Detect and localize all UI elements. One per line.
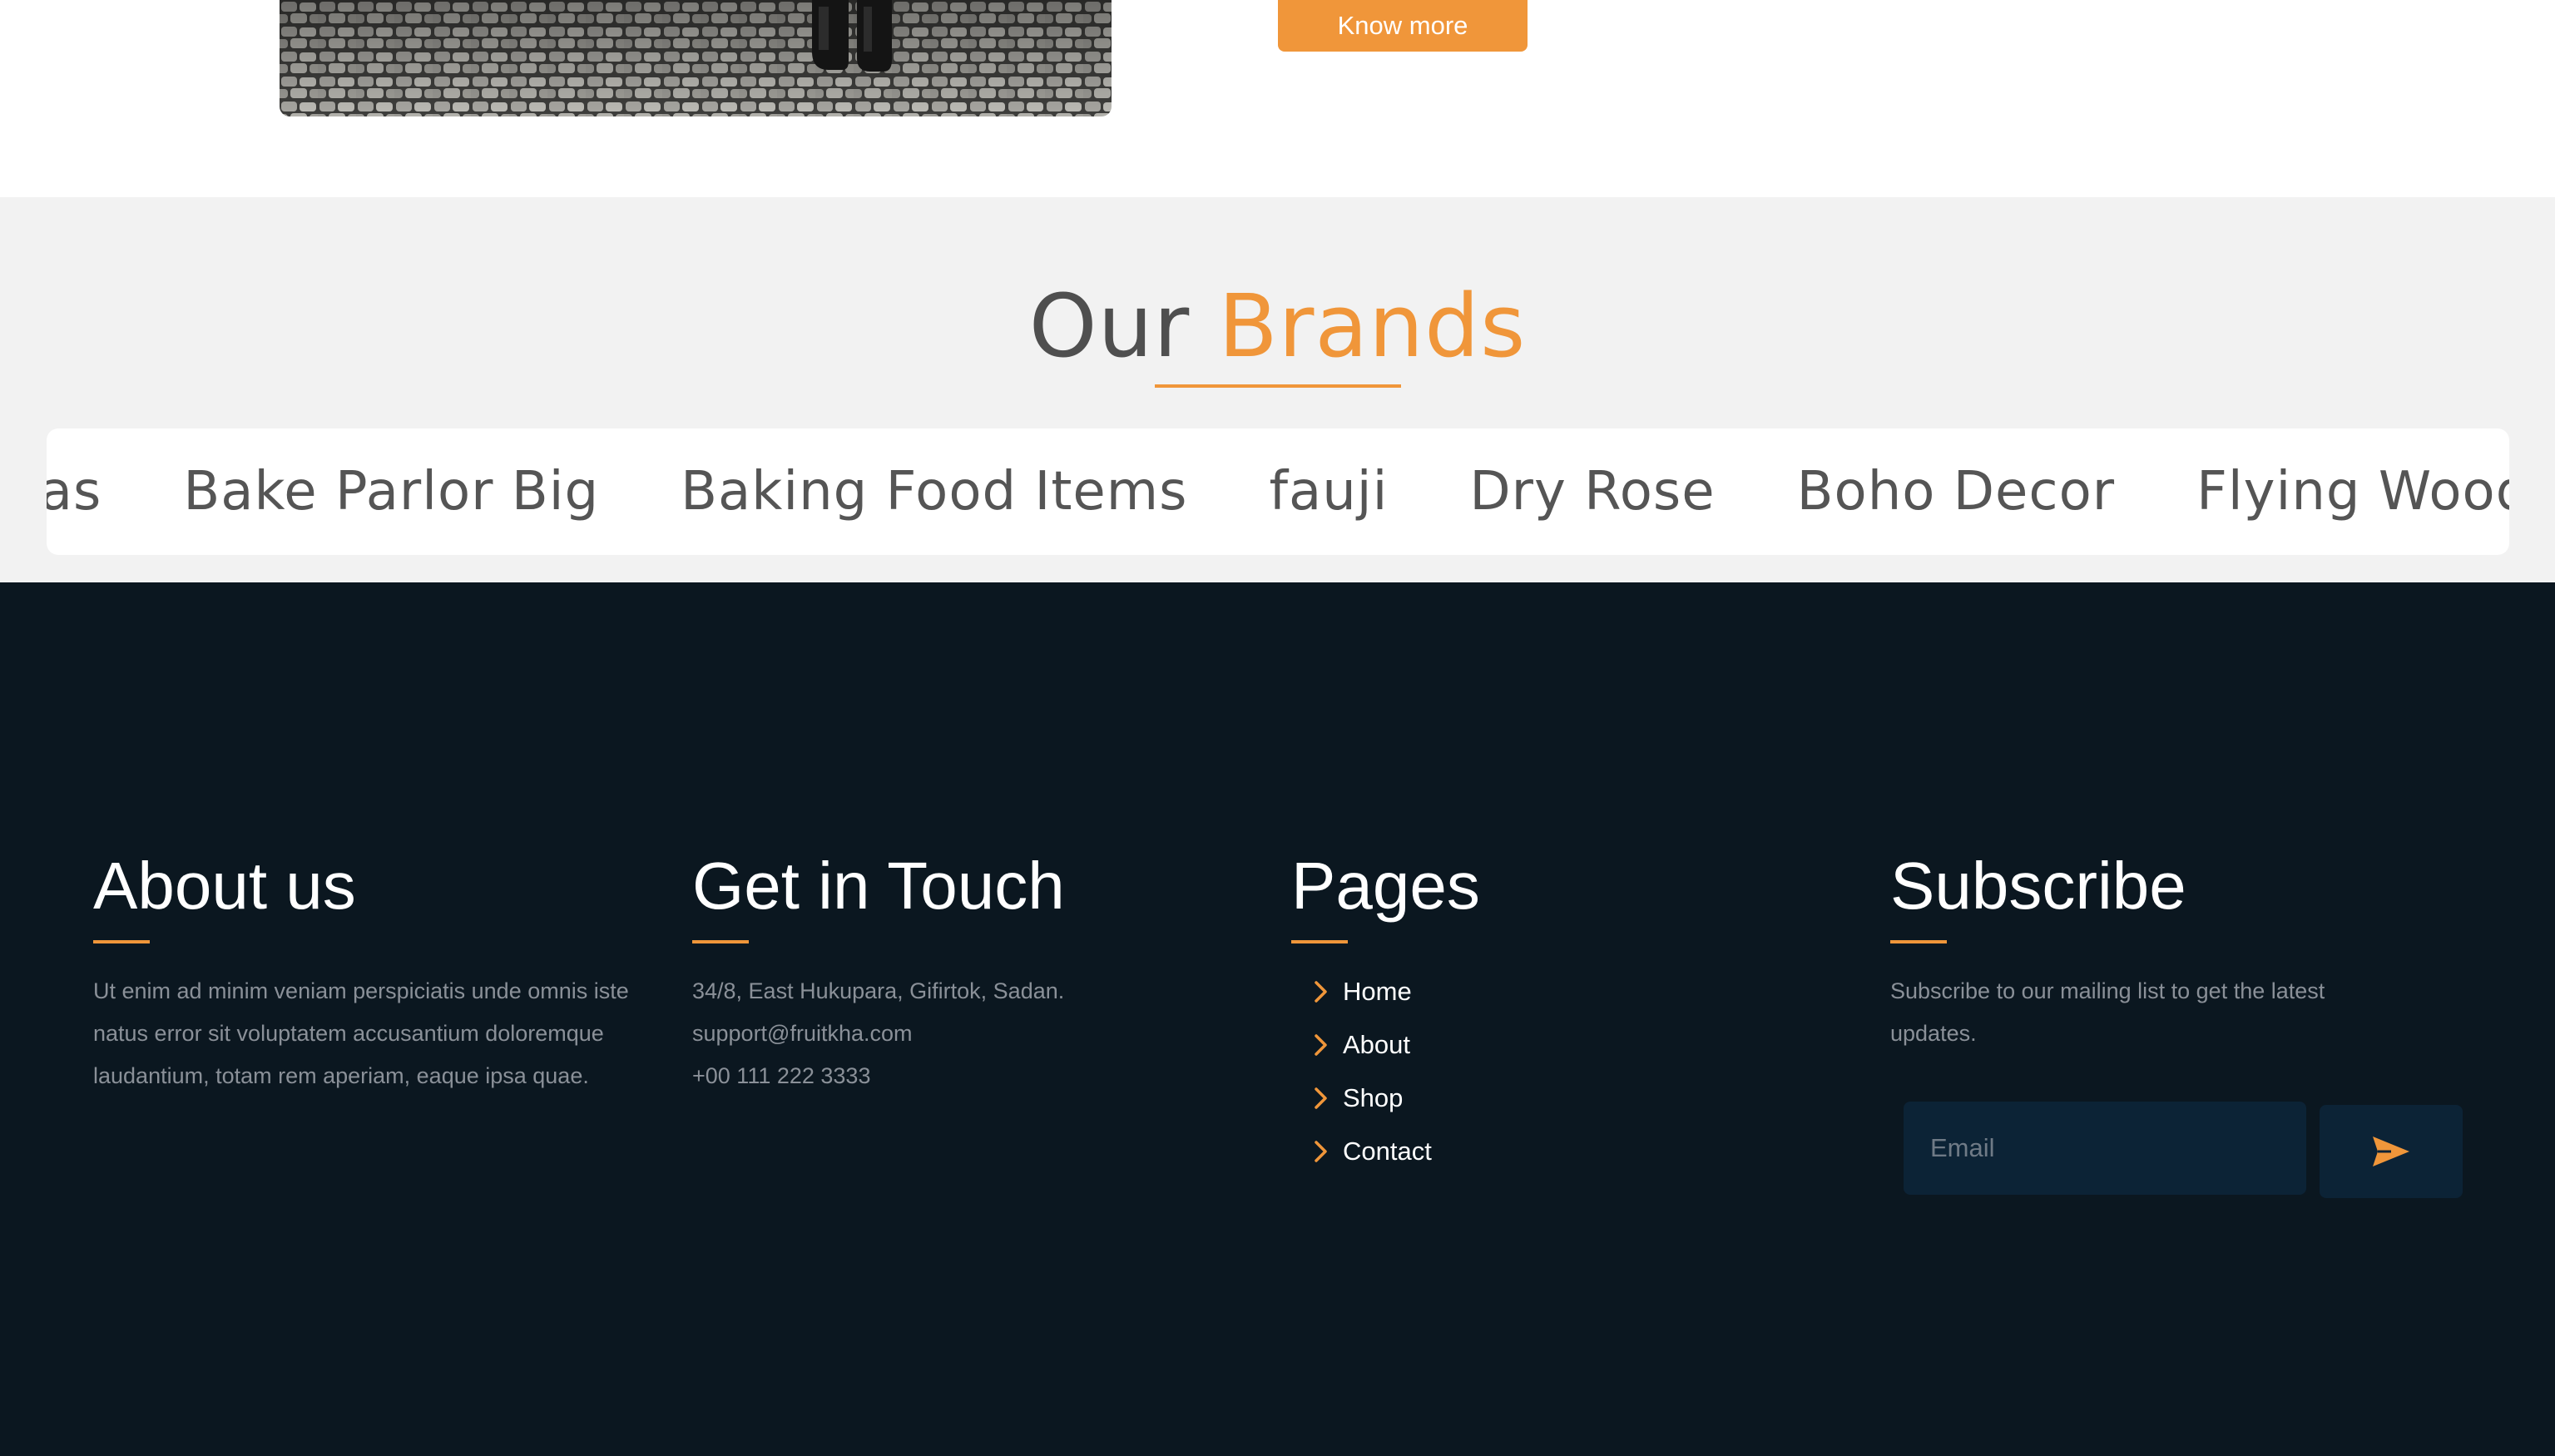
- brand-item[interactable]: naas: [47, 461, 102, 522]
- page-link-home[interactable]: Home: [1343, 977, 1412, 1007]
- page-link-contact[interactable]: Contact: [1343, 1137, 1432, 1166]
- brand-item[interactable]: Baking Food Items: [681, 461, 1187, 522]
- paper-plane-icon: [2373, 1137, 2409, 1166]
- brands-carousel[interactable]: naas Bake Parlor Big Baking Food Items f…: [47, 428, 2509, 555]
- brands-title: Our Brands: [0, 272, 2555, 380]
- brand-item[interactable]: fauji: [1269, 461, 1388, 522]
- heading-underline: [93, 940, 150, 943]
- brands-title-part1: Our: [1028, 275, 1191, 377]
- know-more-button[interactable]: Know more: [1278, 0, 1528, 52]
- brand-item[interactable]: Dry Rose: [1469, 461, 1715, 522]
- send-button[interactable]: [2320, 1105, 2463, 1198]
- brand-item[interactable]: Bake Parlor Big: [183, 461, 599, 522]
- brands-title-underline: [1155, 384, 1401, 388]
- pages-heading: Pages: [1291, 849, 1480, 923]
- chevron-right-icon: [1315, 981, 1327, 1003]
- pages-item-home[interactable]: Home: [1313, 965, 1857, 1018]
- hero-section: Know more: [0, 0, 2555, 197]
- pages-item-contact[interactable]: Contact: [1313, 1125, 1857, 1178]
- page-link-about[interactable]: About: [1343, 1030, 1410, 1060]
- subscribe-form: [1890, 1102, 2489, 1201]
- brands-title-part2: Brands: [1218, 275, 1527, 377]
- footer-contact-column: Get in Touch 34/8, East Hukupara, Gifirt…: [692, 849, 1258, 1097]
- chevron-right-icon: [1315, 1034, 1327, 1056]
- email-input[interactable]: [1904, 1102, 2306, 1195]
- brands-section: Our Brands naas Bake Parlor Big Baking F…: [0, 197, 2555, 582]
- hero-image: [280, 0, 1112, 116]
- heading-underline: [1291, 940, 1348, 943]
- chevron-right-icon: [1315, 1141, 1327, 1162]
- contact-address: 34/8, East Hukupara, Gifirtok, Sadan.: [692, 978, 1065, 1003]
- brands-track: naas Bake Parlor Big Baking Food Items f…: [47, 428, 2509, 555]
- footer-subscribe-column: Subscribe Subscribe to our mailing list …: [1890, 849, 2489, 1201]
- brand-item[interactable]: Boho Decor: [1797, 461, 2115, 522]
- pages-item-about[interactable]: About: [1313, 1018, 1857, 1072]
- pages-item-shop[interactable]: Shop: [1313, 1072, 1857, 1125]
- subscribe-text: Subscribe to our mailing list to get the…: [1890, 978, 2325, 1046]
- footer-pages-column: Pages Home About Shop Contact: [1291, 849, 1857, 1178]
- contact-phone[interactable]: +00 111 222 3333: [692, 1055, 1258, 1097]
- contact-heading: Get in Touch: [692, 849, 1065, 923]
- heading-underline: [1890, 940, 1947, 943]
- subscribe-heading: Subscribe: [1890, 849, 2186, 923]
- heading-underline: [692, 940, 749, 943]
- chevron-right-icon: [1315, 1087, 1327, 1109]
- about-text: Ut enim ad minim veniam perspiciatis und…: [93, 978, 629, 1088]
- brand-item[interactable]: Flying Wooden: [2196, 461, 2509, 522]
- about-heading: About us: [93, 849, 356, 923]
- footer-about-column: About us Ut enim ad minim veniam perspic…: [93, 849, 659, 1097]
- pages-list: Home About Shop Contact: [1291, 965, 1857, 1178]
- site-footer: About us Ut enim ad minim veniam perspic…: [0, 582, 2555, 1456]
- page-link-shop[interactable]: Shop: [1343, 1083, 1403, 1113]
- contact-details: 34/8, East Hukupara, Gifirtok, Sadan. su…: [692, 970, 1258, 1097]
- contact-email[interactable]: support@fruitkha.com: [692, 1013, 1258, 1055]
